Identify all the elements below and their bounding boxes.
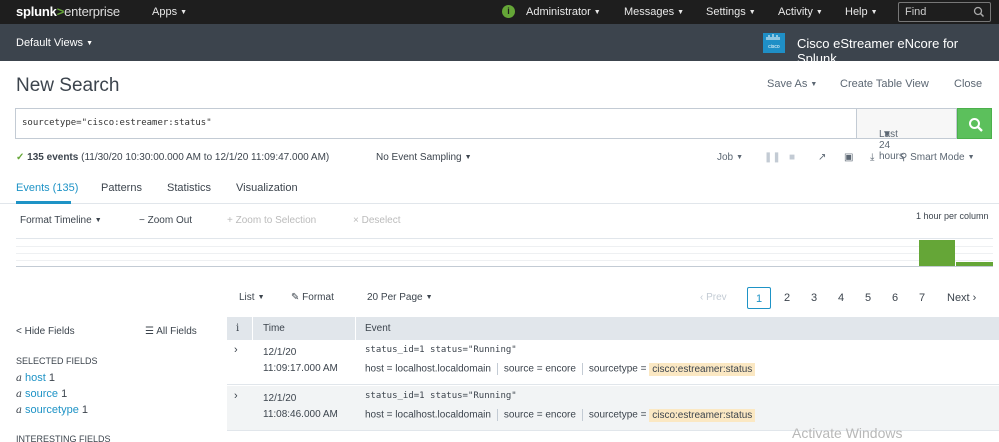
event-time[interactable]: 12/1/20 11:08:46.000 AM — [263, 391, 338, 423]
timeline-bar[interactable] — [919, 240, 955, 266]
event-raw[interactable]: status_id=1 status="Running" — [365, 391, 517, 401]
tab-visualization[interactable]: Visualization — [236, 182, 298, 194]
event-raw[interactable]: status_id=1 status="Running" — [365, 345, 517, 355]
events-table-header: i Time Event — [227, 317, 999, 340]
chevron-down-icon: ▼ — [180, 8, 188, 16]
timeline-bar[interactable] — [956, 262, 993, 266]
pencil-icon: ✎ — [291, 292, 300, 303]
default-views-menu[interactable]: Default Views ▼ — [16, 37, 93, 49]
format-button[interactable]: ✎ Format — [291, 292, 334, 303]
page-2-button[interactable]: 2 — [775, 287, 799, 309]
lightbulb-icon: ⚲ — [900, 152, 908, 163]
search-button[interactable] — [957, 108, 992, 139]
tab-patterns[interactable]: Patterns — [101, 182, 142, 194]
expand-icon[interactable]: › — [234, 390, 238, 402]
expand-icon[interactable]: › — [234, 344, 238, 356]
sourcetype-field-value[interactable]: cisco:estreamer:status — [649, 362, 756, 376]
event-fields: host = localhost.localdomain source = enc… — [365, 408, 756, 422]
app-bar: Default Views ▼ cisco Cisco eStreamer eNc… — [0, 24, 999, 66]
search-status: ✓ 135 events (11/30/20 10:30:00.000 AM t… — [16, 152, 329, 163]
find-input[interactable]: Find — [898, 2, 991, 22]
interesting-fields-heading: INTERESTING FIELDS — [16, 434, 111, 442]
field-source[interactable]: a source 1 — [16, 388, 67, 400]
zoom-to-selection-button[interactable]: + Zoom to Selection — [227, 215, 316, 226]
save-as-menu[interactable]: Save As ▼ — [767, 78, 817, 90]
app-name[interactable]: Cisco eStreamer eNcore for Splunk — [797, 36, 999, 66]
host-field-value[interactable]: host = localhost.localdomain — [365, 410, 491, 421]
export-icon[interactable]: ⤓ — [870, 152, 874, 163]
all-fields-button[interactable]: ☰ All Fields — [145, 326, 197, 337]
table-row: › 12/1/20 11:09:17.000 AM status_id=1 sta… — [227, 340, 999, 385]
hide-fields-button[interactable]: < Hide Fields — [16, 326, 75, 337]
job-menu[interactable]: Job ▼ — [717, 152, 743, 163]
info-icon: i — [502, 5, 515, 18]
deselect-button[interactable]: × Deselect — [353, 215, 401, 226]
selected-fields-heading: SELECTED FIELDS — [16, 356, 98, 366]
activity-menu[interactable]: Activity ▼ — [778, 6, 823, 18]
page-4-button[interactable]: 4 — [829, 287, 853, 309]
share-icon[interactable]: ↗ — [818, 152, 826, 163]
source-field-value[interactable]: source = encore — [504, 364, 576, 375]
page-3-button[interactable]: 3 — [802, 287, 826, 309]
activate-windows-watermark: Activate Windows — [792, 425, 903, 441]
settings-menu[interactable]: Settings ▼ — [706, 6, 756, 18]
page-7-button[interactable]: 7 — [910, 287, 934, 309]
prev-page-button[interactable]: ‹ Prev — [700, 292, 727, 303]
list-icon: ☰ — [145, 326, 154, 337]
events-time-range: (11/30/20 10:30:00.000 AM to 12/1/20 11:… — [81, 152, 330, 163]
apps-menu[interactable]: Apps ▼ — [152, 6, 187, 18]
tab-events[interactable]: Events (135) — [16, 182, 78, 194]
messages-menu[interactable]: Messages ▼ — [624, 6, 684, 18]
cisco-logo-icon: cisco — [763, 33, 785, 53]
page-6-button[interactable]: 6 — [883, 287, 907, 309]
sourcetype-field-value[interactable]: cisco:estreamer:status — [649, 408, 756, 422]
search-mode-menu[interactable]: ⚲ Smart Mode ▼ — [900, 152, 975, 163]
event-time[interactable]: 12/1/20 11:09:17.000 AM — [263, 345, 338, 377]
time-column-header[interactable]: Time — [263, 323, 285, 334]
administrator-menu[interactable]: Administrator ▼ — [526, 6, 601, 18]
timeline-chart[interactable] — [16, 238, 993, 267]
top-nav-bar: splunk>enterprise Apps ▼ i Administrator ▼… — [0, 0, 999, 24]
timeline-scale-label: 1 hour per column — [916, 211, 989, 221]
info-column-header: i — [236, 323, 240, 334]
tab-statistics[interactable]: Statistics — [167, 182, 211, 194]
host-field-value[interactable]: host = localhost.localdomain — [365, 364, 491, 375]
events-count: 135 events — [27, 152, 79, 163]
search-icon — [973, 6, 985, 18]
event-sampling-menu[interactable]: No Event Sampling ▼ — [376, 152, 472, 163]
list-view-menu[interactable]: List ▼ — [239, 292, 265, 303]
create-table-view-button[interactable]: Create Table View — [840, 78, 929, 90]
close-button[interactable]: Close — [954, 78, 982, 90]
field-sourcetype[interactable]: a sourcetype 1 — [16, 404, 88, 416]
source-field-value[interactable]: source = encore — [504, 410, 576, 421]
print-icon[interactable]: ▣ — [844, 152, 853, 163]
event-fields: host = localhost.localdomain source = enc… — [365, 362, 756, 376]
zoom-out-button[interactable]: − Zoom Out — [139, 215, 192, 226]
time-range-picker[interactable]: Last 24 hours ▼ — [856, 108, 957, 162]
page-1-button[interactable]: 1 — [747, 287, 771, 309]
stop-icon[interactable]: ■ — [789, 152, 795, 163]
active-tab-indicator — [16, 201, 71, 204]
pause-icon[interactable]: ❚❚ — [764, 152, 781, 163]
next-page-button[interactable]: Next › — [947, 292, 976, 304]
event-column-header: Event — [365, 323, 391, 334]
splunk-logo[interactable]: splunk>enterprise — [16, 4, 120, 19]
per-page-menu[interactable]: 20 Per Page ▼ — [367, 292, 433, 303]
format-timeline-menu[interactable]: Format Timeline ▼ — [20, 215, 102, 226]
search-icon — [969, 118, 983, 132]
page-5-button[interactable]: 5 — [856, 287, 880, 309]
results-tabs: Events (135) Patterns Statistics Visuali… — [0, 174, 999, 204]
field-host[interactable]: a host 1 — [16, 372, 55, 384]
page-title: New Search — [16, 75, 120, 96]
help-menu[interactable]: Help ▼ — [845, 6, 878, 18]
search-query-input[interactable]: sourcetype="cisco:estreamer:status" — [15, 108, 857, 139]
check-icon: ✓ — [16, 152, 25, 163]
